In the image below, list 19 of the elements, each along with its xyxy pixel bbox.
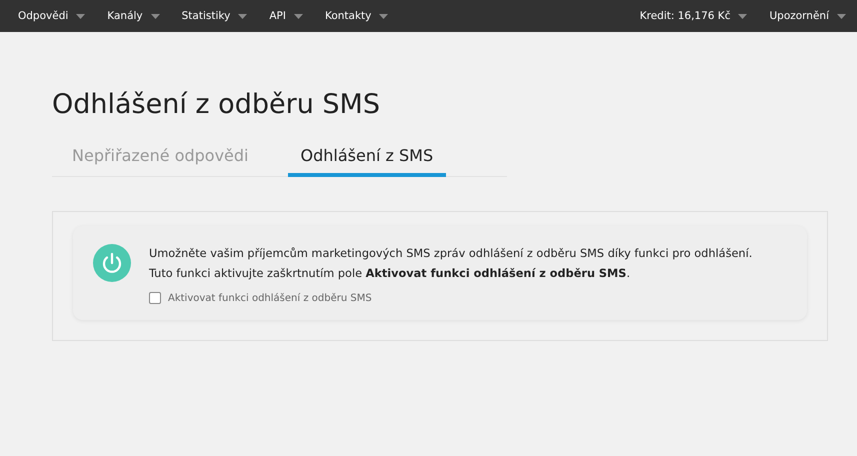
activate-checkbox[interactable]: Aktivovat funkci odhlášení z odběru SMS bbox=[149, 292, 769, 304]
caret-icon bbox=[837, 14, 846, 18]
notice-text: Umožněte vašim příjemcům marketingových SMS zpráv odhlášení z odběru SMS díky funkci pro odhlášení. Tuto funkci aktivujte zaškrtnutím pole Aktivovat funkci odhlášení z odběru SMS. bbox=[149, 246, 754, 282]
nav-menu-item[interactable]: Statistiky bbox=[182, 10, 248, 22]
nav-menu-item[interactable]: Kredit: 16,176 Kč bbox=[640, 10, 748, 22]
tab[interactable]: Odhlášení z SMS bbox=[288, 140, 446, 177]
caret-icon bbox=[238, 14, 248, 18]
nav-menu-item[interactable]: Odpovědi bbox=[18, 10, 86, 22]
nav-menu-item[interactable]: Kanály bbox=[107, 10, 160, 22]
nav-menu-item[interactable]: Kontakty bbox=[324, 10, 388, 22]
caret-icon bbox=[150, 14, 160, 18]
nav-menu-item[interactable]: Upozornění bbox=[769, 10, 846, 22]
caret-icon bbox=[294, 14, 303, 18]
power-icon bbox=[93, 244, 131, 282]
caret-icon bbox=[76, 14, 86, 18]
caret-icon bbox=[379, 14, 388, 18]
page-title: Odhlášení z odběru SMS bbox=[52, 89, 381, 120]
nav-menu-item[interactable]: API bbox=[269, 10, 303, 22]
caret-icon bbox=[738, 14, 748, 18]
